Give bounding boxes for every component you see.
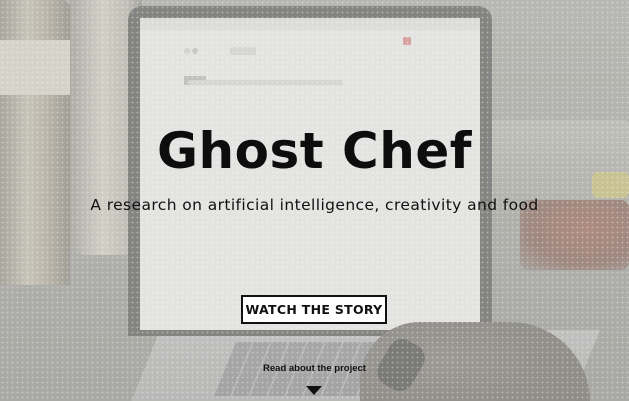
page-subtitle: A research on artificial intelligence, c… [90, 196, 539, 214]
read-about-project-link[interactable]: Read about the project [0, 363, 629, 374]
chevron-down-icon[interactable] [306, 386, 322, 395]
watch-story-button[interactable]: WATCH THE STORY [241, 295, 387, 324]
hero-section: Ghost Chef A research on artificial inte… [0, 0, 629, 401]
page-title: Ghost Chef [156, 122, 472, 180]
